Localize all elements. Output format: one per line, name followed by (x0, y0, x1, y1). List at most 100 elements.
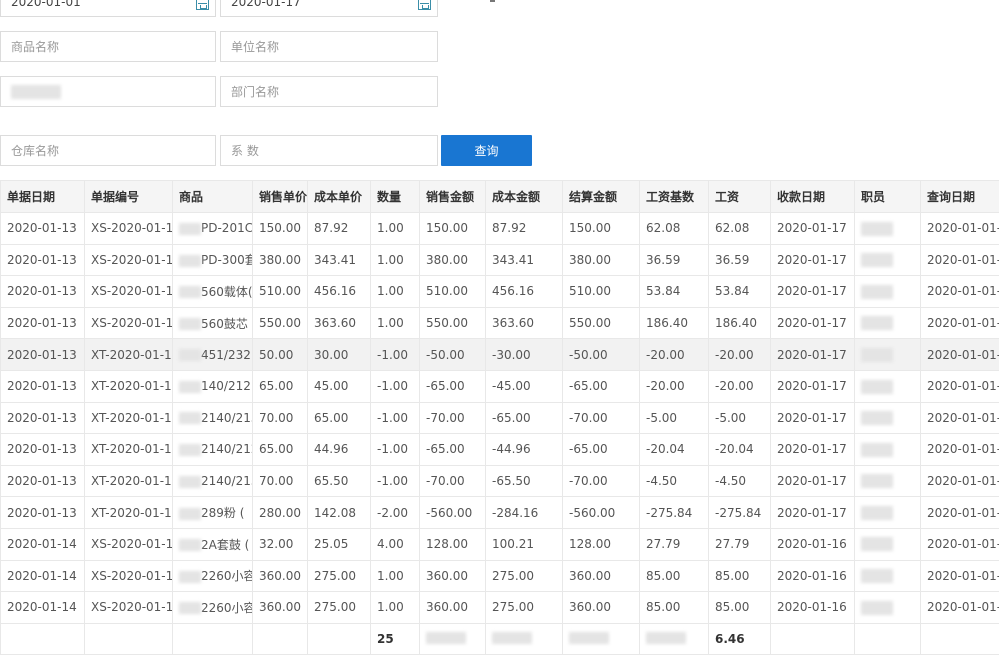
column-header[interactable]: 职员 (855, 181, 921, 213)
table-row[interactable]: 2020-01-13XT-2020-01-132140/21570.0065.5… (1, 465, 999, 497)
total-cell (855, 623, 921, 655)
table-cell: 142.08 (308, 497, 371, 529)
calendar-icon[interactable] (196, 0, 209, 10)
table-row[interactable]: 2020-01-13XS-2020-01-13560鼓芯550.00363.60… (1, 307, 999, 339)
table-cell: 44.96 (308, 434, 371, 466)
table-cell: -65.00 (563, 434, 640, 466)
table-cell: -50.00 (420, 339, 486, 371)
column-header[interactable]: 销售金额 (420, 181, 486, 213)
column-header[interactable]: 商品 (173, 181, 253, 213)
column-header[interactable]: 成本金额 (486, 181, 563, 213)
column-header[interactable]: 工资基数 (640, 181, 709, 213)
table-cell: 65.00 (308, 402, 371, 434)
table-cell: 2020-01-17 (771, 276, 855, 308)
table-row[interactable]: 2020-01-13XT-2020-01-132140/21265.0044.9… (1, 434, 999, 466)
table-row[interactable]: 2020-01-13XS-2020-01-13560载体(510.00456.1… (1, 276, 999, 308)
column-header[interactable]: 工资 (709, 181, 771, 213)
product-name: 560载体( (201, 285, 253, 299)
table-cell: 360.00 (563, 592, 640, 624)
redacted-value (179, 255, 201, 267)
table-cell: 510.00 (563, 276, 640, 308)
product-name: PD-300套 (201, 253, 253, 267)
table-cell: 2020-01-17 (771, 213, 855, 245)
table-cell: -560.00 (420, 497, 486, 529)
column-header[interactable]: 结算金额 (563, 181, 640, 213)
table-row[interactable]: 2020-01-13XT-2020-01-13289粉 (280.00142.0… (1, 497, 999, 529)
table-cell: 2020-01-17 (771, 370, 855, 402)
table-cell: 550.00 (420, 307, 486, 339)
product-name-input[interactable]: 商品名称 (0, 31, 216, 62)
column-header[interactable]: 数量 (371, 181, 420, 213)
table-cell: 360.00 (563, 560, 640, 592)
table-cell: -20.00 (640, 339, 709, 371)
table-cell: 87.92 (486, 213, 563, 245)
table-cell: 25.05 (308, 528, 371, 560)
table-cell: 2020-01-01-2 (921, 528, 999, 560)
end-date-field[interactable]: 2020-01-17 (220, 0, 438, 17)
table-cell: 343.41 (486, 244, 563, 276)
calendar-icon[interactable] (418, 0, 431, 10)
table-cell: 53.84 (709, 276, 771, 308)
column-header[interactable]: 单据编号 (85, 181, 173, 213)
product-name: 560鼓芯 (201, 317, 248, 331)
employee-input[interactable] (0, 76, 216, 107)
table-cell: -30.00 (486, 339, 563, 371)
table-cell: 560载体( (173, 276, 253, 308)
table-cell: 2020-01-01-2 (921, 402, 999, 434)
query-button[interactable]: 查询 (441, 135, 532, 166)
table-cell: 70.00 (253, 402, 308, 434)
redacted-value (179, 318, 201, 330)
column-header[interactable]: 查询日期 (921, 181, 999, 213)
table-cell: -65.00 (486, 402, 563, 434)
resize-marker (490, 0, 495, 2)
table-cell: 1.00 (371, 244, 420, 276)
table-cell: 2020-01-17 (771, 244, 855, 276)
table-cell: 360.00 (420, 592, 486, 624)
table-row[interactable]: 2020-01-14XS-2020-01-142A套鼓 (32.0025.054… (1, 528, 999, 560)
table-cell: 2020-01-13 (1, 497, 85, 529)
table-cell: 2020-01-01-2 (921, 560, 999, 592)
table-cell: 380.00 (563, 244, 640, 276)
table-cell: 2140/215 (173, 402, 253, 434)
column-header[interactable]: 销售单价 (253, 181, 308, 213)
table-cell: 50.00 (253, 339, 308, 371)
table-row[interactable]: 2020-01-13XT-2020-01-132140/21570.0065.0… (1, 402, 999, 434)
redacted-value (861, 253, 893, 267)
redacted-value (179, 444, 201, 456)
table-cell: 4.00 (371, 528, 420, 560)
product-name: 2260小容 (201, 569, 253, 583)
total-cell (486, 623, 563, 655)
table-cell: 275.00 (308, 592, 371, 624)
sales-table: 单据日期单据编号商品销售单价成本单价数量销售金额成本金额结算金额工资基数工资收款… (0, 180, 999, 655)
table-cell: 70.00 (253, 465, 308, 497)
warehouse-name-input[interactable]: 仓库名称 (0, 135, 216, 166)
table-header-row: 单据日期单据编号商品销售单价成本单价数量销售金额成本金额结算金额工资基数工资收款… (1, 181, 999, 213)
coefficient-input[interactable]: 系 数 (220, 135, 438, 166)
table-row[interactable]: 2020-01-13XT-2020-01-13140/21265.0045.00… (1, 370, 999, 402)
table-cell: 2020-01-16 (771, 528, 855, 560)
table-row[interactable]: 2020-01-13XS-2020-01-13PD-201C150.0087.9… (1, 213, 999, 245)
table-row[interactable]: 2020-01-14XS-2020-01-142260小容360.00275.0… (1, 592, 999, 624)
table-cell (855, 244, 921, 276)
table-row[interactable]: 2020-01-13XT-2020-01-13451/23250.0030.00… (1, 339, 999, 371)
table-cell: 456.16 (308, 276, 371, 308)
table-cell: 2020-01-01-2 (921, 465, 999, 497)
product-name: 2140/215 (201, 474, 253, 488)
column-header[interactable]: 成本单价 (308, 181, 371, 213)
table-cell: -284.16 (486, 497, 563, 529)
table-cell: 2020-01-17 (771, 307, 855, 339)
column-header[interactable]: 单据日期 (1, 181, 85, 213)
table-cell: 275.00 (486, 560, 563, 592)
column-header[interactable]: 收款日期 (771, 181, 855, 213)
redacted-value (179, 412, 201, 424)
table-cell: -45.00 (486, 370, 563, 402)
department-name-input[interactable]: 部门名称 (220, 76, 438, 107)
table-row[interactable]: 2020-01-13XS-2020-01-13PD-300套380.00343.… (1, 244, 999, 276)
table-cell: -65.00 (563, 370, 640, 402)
table-cell: 2020-01-01-2 (921, 592, 999, 624)
start-date-field[interactable]: 2020-01-01 (0, 0, 216, 17)
department-name-placeholder: 部门名称 (231, 83, 279, 100)
table-row[interactable]: 2020-01-14XS-2020-01-142260小容360.00275.0… (1, 560, 999, 592)
unit-name-input[interactable]: 单位名称 (220, 31, 438, 62)
table-cell: 62.08 (640, 213, 709, 245)
